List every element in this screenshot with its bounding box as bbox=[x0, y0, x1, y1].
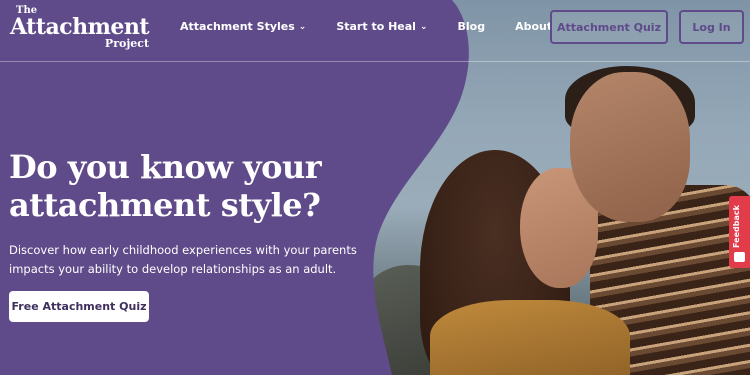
main-nav: Attachment Styles ⌄ Start to Heal ⌄ Blog… bbox=[180, 20, 582, 33]
free-quiz-button[interactable]: Free Attachment Quiz bbox=[9, 291, 149, 322]
chevron-down-icon: ⌄ bbox=[419, 21, 428, 32]
nav-item-blog[interactable]: Blog bbox=[458, 20, 486, 33]
nav-item-attachment-styles[interactable]: Attachment Styles ⌄ bbox=[180, 20, 306, 33]
nav-item-about[interactable]: About bbox=[515, 20, 552, 33]
site-logo[interactable]: The Attachment Project bbox=[10, 6, 150, 50]
chevron-down-icon: ⌄ bbox=[298, 21, 307, 32]
attachment-quiz-button[interactable]: Attachment Quiz bbox=[550, 10, 668, 44]
feedback-icon bbox=[734, 252, 745, 262]
nav-item-start-to-heal[interactable]: Start to Heal ⌄ bbox=[336, 20, 427, 33]
login-button[interactable]: Log In bbox=[679, 10, 744, 44]
feedback-label: Feedback bbox=[732, 205, 741, 248]
hero-title: Do you know your attachment style? bbox=[9, 148, 322, 224]
site-header: The Attachment Project Attachment Styles… bbox=[0, 0, 750, 62]
hero-subtitle: Discover how early childhood experiences… bbox=[9, 243, 357, 276]
feedback-tab[interactable]: Feedback bbox=[729, 196, 750, 268]
header-divider bbox=[0, 61, 750, 62]
